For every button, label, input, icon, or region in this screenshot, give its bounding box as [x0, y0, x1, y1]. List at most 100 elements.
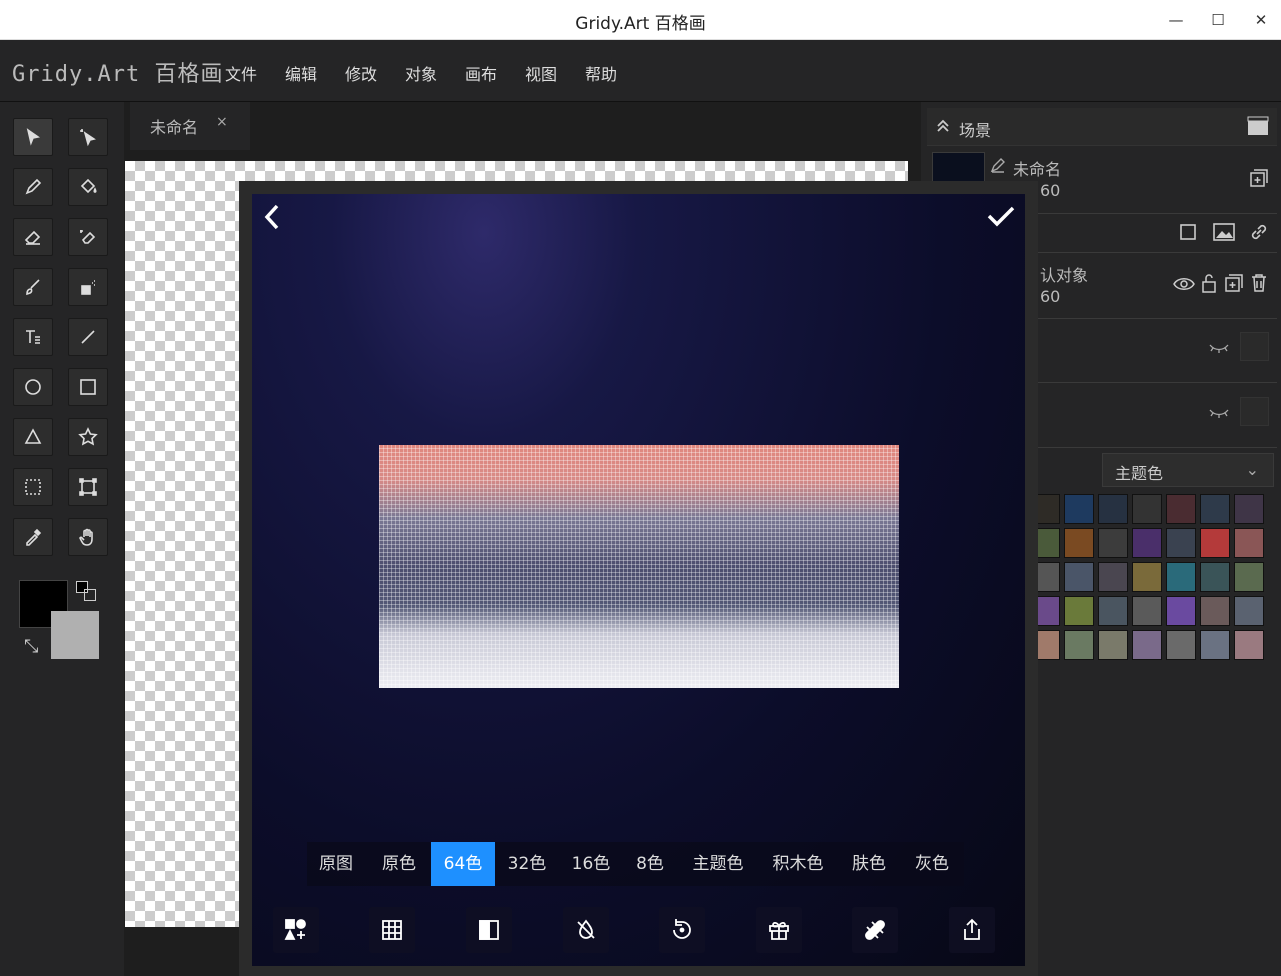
- brush-tool[interactable]: [13, 268, 53, 306]
- palette-swatch[interactable]: [1132, 494, 1162, 524]
- palette-swatch[interactable]: [1200, 528, 1230, 558]
- palette-swatch[interactable]: [1166, 494, 1196, 524]
- palette-swatch[interactable]: [1166, 630, 1196, 660]
- scene-item-name[interactable]: 未命名: [1013, 156, 1061, 180]
- no-dither-button[interactable]: [563, 907, 609, 953]
- palette-swatch[interactable]: [1166, 562, 1196, 592]
- color-mode-brick[interactable]: 积木色: [762, 842, 834, 886]
- grid-texture-button[interactable]: [369, 907, 415, 953]
- reset-button[interactable]: [659, 907, 705, 953]
- palette-swatch[interactable]: [1064, 528, 1094, 558]
- palette-swatch[interactable]: [1064, 562, 1094, 592]
- shapes-add-button[interactable]: [273, 907, 319, 953]
- layer-thumbnail[interactable]: [1240, 397, 1269, 426]
- palette-swatch[interactable]: [1098, 528, 1128, 558]
- duplicate-object-icon[interactable]: [1224, 273, 1244, 293]
- palette-swatch[interactable]: [1234, 528, 1264, 558]
- lock-open-icon[interactable]: [1201, 273, 1217, 293]
- palette-swatch[interactable]: [1098, 630, 1128, 660]
- menu-canvas[interactable]: 画布: [465, 61, 497, 85]
- palette-swatch[interactable]: [1200, 630, 1230, 660]
- palette-swatch[interactable]: [1234, 494, 1264, 524]
- palette-swatch[interactable]: [1132, 562, 1162, 592]
- confirm-check-icon[interactable]: [986, 204, 1016, 228]
- link-icon[interactable]: [1249, 222, 1269, 242]
- hand-tool[interactable]: [68, 518, 108, 556]
- palette-swatch[interactable]: [1200, 562, 1230, 592]
- palette-swatch[interactable]: [1064, 630, 1094, 660]
- trash-icon[interactable]: [1251, 273, 1267, 293]
- layer-thumbnail[interactable]: [1240, 332, 1269, 361]
- palette-swatch[interactable]: [1098, 596, 1128, 626]
- palette-swatch[interactable]: [1132, 630, 1162, 660]
- export-button[interactable]: [949, 907, 995, 953]
- duplicate-scene-icon[interactable]: [1249, 168, 1269, 188]
- color-mode-64[interactable]: 64色: [431, 842, 495, 886]
- eye-icon[interactable]: [1173, 276, 1195, 292]
- back-chevron-icon[interactable]: [262, 203, 282, 231]
- menu-help[interactable]: 帮助: [585, 61, 617, 85]
- palette-swatch[interactable]: [1166, 596, 1196, 626]
- color-mode-gray[interactable]: 灰色: [903, 842, 961, 886]
- palette-select[interactable]: 主题色 ⌄: [1102, 453, 1274, 487]
- tab-close-icon[interactable]: ×: [216, 114, 228, 130]
- color-mode-32[interactable]: 32色: [498, 842, 556, 886]
- palette-swatch[interactable]: [1234, 562, 1264, 592]
- rename-pencil-icon[interactable]: [990, 157, 1006, 173]
- triangle-tool[interactable]: [13, 418, 53, 456]
- menu-view[interactable]: 视图: [525, 61, 557, 85]
- palette-swatch[interactable]: [1132, 596, 1162, 626]
- select-tool[interactable]: [13, 118, 53, 156]
- menu-file[interactable]: 文件: [225, 61, 257, 85]
- clapperboard-icon[interactable]: [1247, 116, 1269, 136]
- minimize-button[interactable]: —: [1166, 10, 1186, 30]
- spray-tool[interactable]: [68, 268, 108, 306]
- rectangle-tool[interactable]: [68, 368, 108, 406]
- crop-frame-icon[interactable]: [1178, 222, 1198, 242]
- scene-header[interactable]: 场景: [927, 108, 1277, 146]
- bandage-button[interactable]: [852, 907, 898, 953]
- close-window-button[interactable]: ✕: [1251, 10, 1271, 30]
- color-mode-skin[interactable]: 肤色: [840, 842, 898, 886]
- magic-select-tool[interactable]: [68, 118, 108, 156]
- star-tool[interactable]: [68, 418, 108, 456]
- eye-closed-icon[interactable]: [1208, 342, 1230, 354]
- secondary-color-swatch[interactable]: [51, 611, 99, 659]
- palette-swatch[interactable]: [1234, 630, 1264, 660]
- color-mode-theme[interactable]: 主题色: [682, 842, 754, 886]
- color-mode-16[interactable]: 16色: [562, 842, 620, 886]
- marquee-tool[interactable]: [13, 468, 53, 506]
- flip-button[interactable]: [466, 907, 512, 953]
- maximize-button[interactable]: ☐: [1208, 10, 1228, 30]
- text-tool[interactable]: [13, 318, 53, 356]
- eyedropper-tool[interactable]: [13, 518, 53, 556]
- palette-swatch[interactable]: [1132, 528, 1162, 558]
- eraser-tool[interactable]: [13, 218, 53, 256]
- image-icon[interactable]: [1213, 222, 1235, 242]
- collapse-up-icon[interactable]: [935, 118, 951, 134]
- menu-modify[interactable]: 修改: [345, 61, 377, 85]
- palette-swatch[interactable]: [1098, 562, 1128, 592]
- palette-swatch[interactable]: [1098, 494, 1128, 524]
- object-name[interactable]: 认对象: [1040, 262, 1088, 286]
- ellipse-tool[interactable]: [13, 368, 53, 406]
- line-tool[interactable]: [68, 318, 108, 356]
- transform-tool[interactable]: [68, 468, 108, 506]
- palette-swatch[interactable]: [1234, 596, 1264, 626]
- color-mode-original-color[interactable]: 原色: [370, 842, 428, 886]
- palette-swatch[interactable]: [1200, 494, 1230, 524]
- palette-swatch[interactable]: [1200, 596, 1230, 626]
- color-mode-8[interactable]: 8色: [626, 842, 674, 886]
- eye-closed-icon[interactable]: [1208, 407, 1230, 419]
- fill-tool[interactable]: [68, 168, 108, 206]
- magic-eraser-tool[interactable]: [68, 218, 108, 256]
- document-tab[interactable]: 未命名 ×: [130, 102, 250, 150]
- color-mode-original-image[interactable]: 原图: [307, 842, 365, 886]
- gift-button[interactable]: [756, 907, 802, 953]
- palette-swatch[interactable]: [1166, 528, 1196, 558]
- menu-object[interactable]: 对象: [405, 61, 437, 85]
- menu-edit[interactable]: 编辑: [285, 61, 317, 85]
- palette-swatch[interactable]: [1064, 494, 1094, 524]
- pencil-tool[interactable]: [13, 168, 53, 206]
- palette-swatch[interactable]: [1064, 596, 1094, 626]
